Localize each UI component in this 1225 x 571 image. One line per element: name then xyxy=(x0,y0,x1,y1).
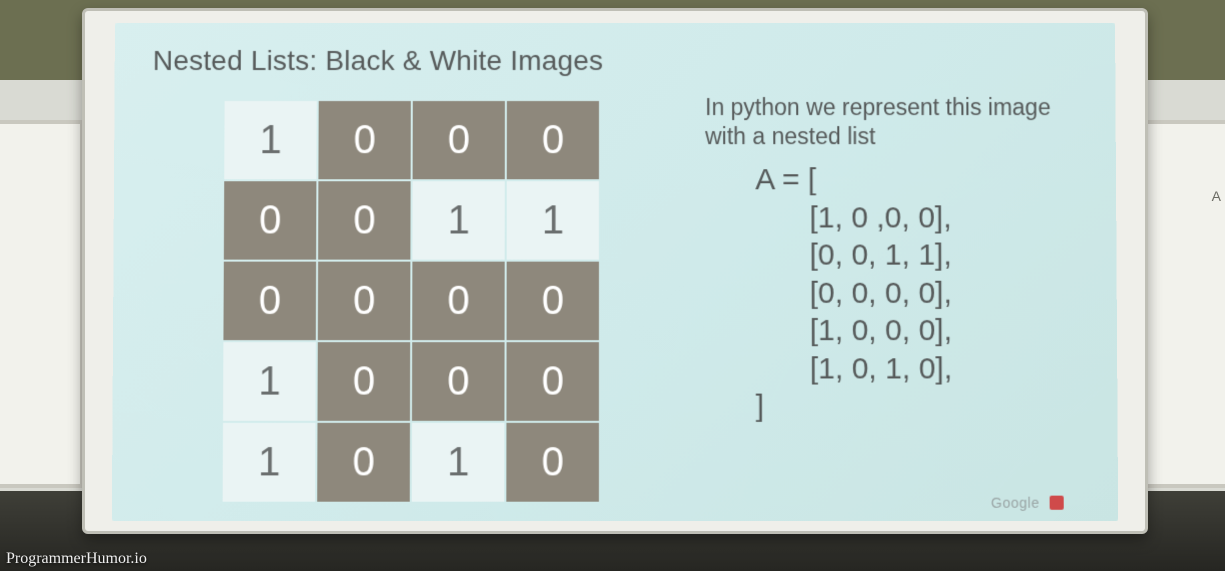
code-row: [1, 0, 1, 0], xyxy=(810,350,953,388)
grid-cell: 0 xyxy=(318,262,411,341)
grid-cell: 0 xyxy=(506,342,598,421)
grid-cell: 0 xyxy=(318,181,410,259)
grid-cell: 0 xyxy=(412,262,504,341)
grid-cell: 1 xyxy=(507,181,599,259)
grid-cell: 0 xyxy=(507,101,599,179)
grid-cell: 1 xyxy=(224,101,316,179)
grid-cell: 1 xyxy=(412,181,504,259)
grid-cell: 0 xyxy=(507,262,599,341)
slide-description: In python we represent this image with a… xyxy=(705,93,1086,151)
grid-cell: 0 xyxy=(506,423,599,502)
code-block: A = [ [1, 0 ,0, 0],[0, 0, 1, 1],[0, 0, 0… xyxy=(755,161,952,425)
grid-cell: 0 xyxy=(223,262,316,341)
grid-cell: 0 xyxy=(318,101,410,179)
slide-title: Nested Lists: Black & White Images xyxy=(153,45,604,77)
code-row: [0, 0, 0, 0], xyxy=(810,274,952,312)
watermark: ProgrammerHumor.io xyxy=(6,550,147,568)
whiteboard-right xyxy=(1141,120,1225,488)
image-grid: 10000011000010001010 xyxy=(223,101,599,502)
projector-screen: Nested Lists: Black & White Images 10000… xyxy=(82,8,1148,534)
slide: Nested Lists: Black & White Images 10000… xyxy=(112,23,1118,521)
grid-cell: 1 xyxy=(412,423,505,502)
footer-logo-text: Google xyxy=(991,495,1040,511)
grid-cell: 0 xyxy=(224,181,317,259)
footer-badge-icon xyxy=(1050,496,1064,510)
grid-cell: 1 xyxy=(223,423,316,502)
grid-cell: 1 xyxy=(223,342,316,421)
grid-cell: 0 xyxy=(413,101,505,179)
code-row: [0, 0, 1, 1], xyxy=(810,236,952,274)
code-row: [1, 0, 0, 0], xyxy=(810,312,952,350)
slide-footer-logo: Google xyxy=(991,495,1064,511)
code-close: ] xyxy=(756,388,953,426)
edge-text: A xyxy=(1212,188,1221,204)
code-row: [1, 0 ,0, 0], xyxy=(809,199,951,237)
whiteboard-left xyxy=(0,120,84,488)
grid-cell: 0 xyxy=(412,342,505,421)
grid-cell: 0 xyxy=(317,423,410,502)
grid-cell: 0 xyxy=(318,342,411,421)
code-open: A = [ xyxy=(755,161,951,199)
